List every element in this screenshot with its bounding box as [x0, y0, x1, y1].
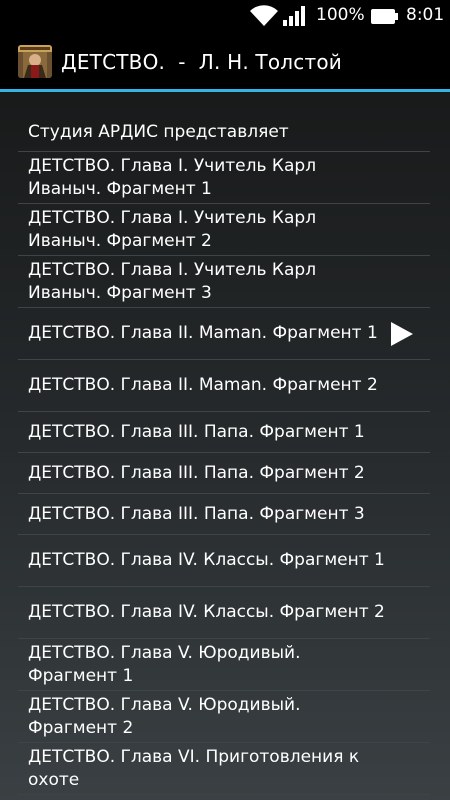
battery-icon — [371, 9, 398, 24]
action-bar: ДЕТСТВО. - Л. Н. Толстой — [0, 33, 450, 89]
list-item[interactable]: ДЕТСТВО. Глава V. Юродивый. Фрагмент 1 — [18, 639, 430, 691]
list-item[interactable]: ДЕТСТВО. Глава IV. Классы. Фрагмент 1 — [18, 535, 430, 587]
list-item[interactable]: ДЕТСТВО. Глава I. Учитель Карл Иваныч. Ф… — [18, 152, 430, 204]
list-item-label: ДЕТСТВО. Глава IV. Классы. Фрагмент 1 — [28, 550, 385, 570]
clock: 8:01 — [406, 5, 445, 25]
list-item[interactable]: ДЕТСТВО. Глава I. Учитель Карл Иваныч. Ф… — [18, 204, 430, 256]
list-item-label: ДЕТСТВО. Глава III. Папа. Фрагмент 1 — [28, 421, 365, 442]
list-item-label: ДЕТСТВО. Глава I. Учитель Карл Иваныч. Ф… — [28, 207, 317, 251]
list-item[interactable]: ДЕТСТВО. Глава III. Папа. Фрагмент 2 — [18, 453, 430, 494]
list-item-label: Студия АРДИС представляет — [28, 121, 289, 142]
list-item-label: ДЕТСТВО. Глава III. Папа. Фрагмент 3 — [28, 503, 365, 524]
list-item[interactable]: ДЕТСТВО. Глава III. Папа. Фрагмент 3 — [18, 494, 430, 535]
list-item[interactable]: ДЕТСТВО. Глава VI. Приготовления к охоте — [18, 743, 430, 795]
list-item-label: ДЕТСТВО. Глава I. Учитель Карл Иваныч. Ф… — [28, 259, 317, 303]
chapter-list[interactable]: Студия АРДИС представляет ДЕТСТВО. Глава… — [18, 113, 430, 800]
list-item-label: ДЕТСТВО. Глава V. Юродивый. Фрагмент 1 — [28, 642, 301, 686]
signal-icon — [283, 6, 305, 26]
list-item-label: ДЕТСТВО. Глава VI. Приготовления к охоте — [28, 746, 360, 790]
action-bar-divider — [0, 89, 450, 92]
list-item-label: ДЕТСТВО. Глава III. Папа. Фрагмент 2 — [28, 462, 365, 483]
list-item[interactable]: ДЕТСТВО. Глава I. Учитель Карл Иваныч. Ф… — [18, 256, 430, 308]
list-item[interactable]: ДЕТСТВО. Глава II. Maman. Фрагмент 2 — [18, 360, 430, 412]
list-item-label: ДЕТСТВО. Глава II. Maman. Фрагмент 1 — [28, 323, 378, 343]
list-item-label: ДЕТСТВО. Глава V. Юродивый. Фрагмент 2 — [28, 694, 301, 738]
list-item-label: ДЕТСТВО. Глава I. Учитель Карл Иваныч. Ф… — [28, 155, 317, 199]
list-item[interactable]: ДЕТСТВО. Глава V. Юродивый. Фрагмент 2 — [18, 691, 430, 743]
battery-percent: 100% — [316, 5, 365, 25]
list-item[interactable]: ДЕТСТВО. Глава III. Папа. Фрагмент 1 — [18, 412, 430, 453]
list-item-label: ДЕТСТВО. Глава IV. Классы. Фрагмент 2 — [28, 602, 385, 622]
play-icon[interactable] — [390, 321, 414, 347]
wifi-icon — [250, 5, 278, 27]
list-item-label: ДЕТСТВО. Глава II. Maman. Фрагмент 2 — [28, 375, 378, 395]
list-item[interactable]: ДЕТСТВО. Глава IV. Классы. Фрагмент 2 — [18, 587, 430, 639]
app-title: ДЕТСТВО. - Л. Н. Толстой — [61, 50, 342, 74]
status-bar: 100% 8:01 — [0, 0, 450, 33]
list-item-playing[interactable]: ДЕТСТВО. Глава II. Maman. Фрагмент 1 — [18, 308, 430, 360]
list-item[interactable]: Студия АРДИС представляет — [18, 113, 430, 152]
book-cover-icon[interactable] — [18, 45, 52, 78]
